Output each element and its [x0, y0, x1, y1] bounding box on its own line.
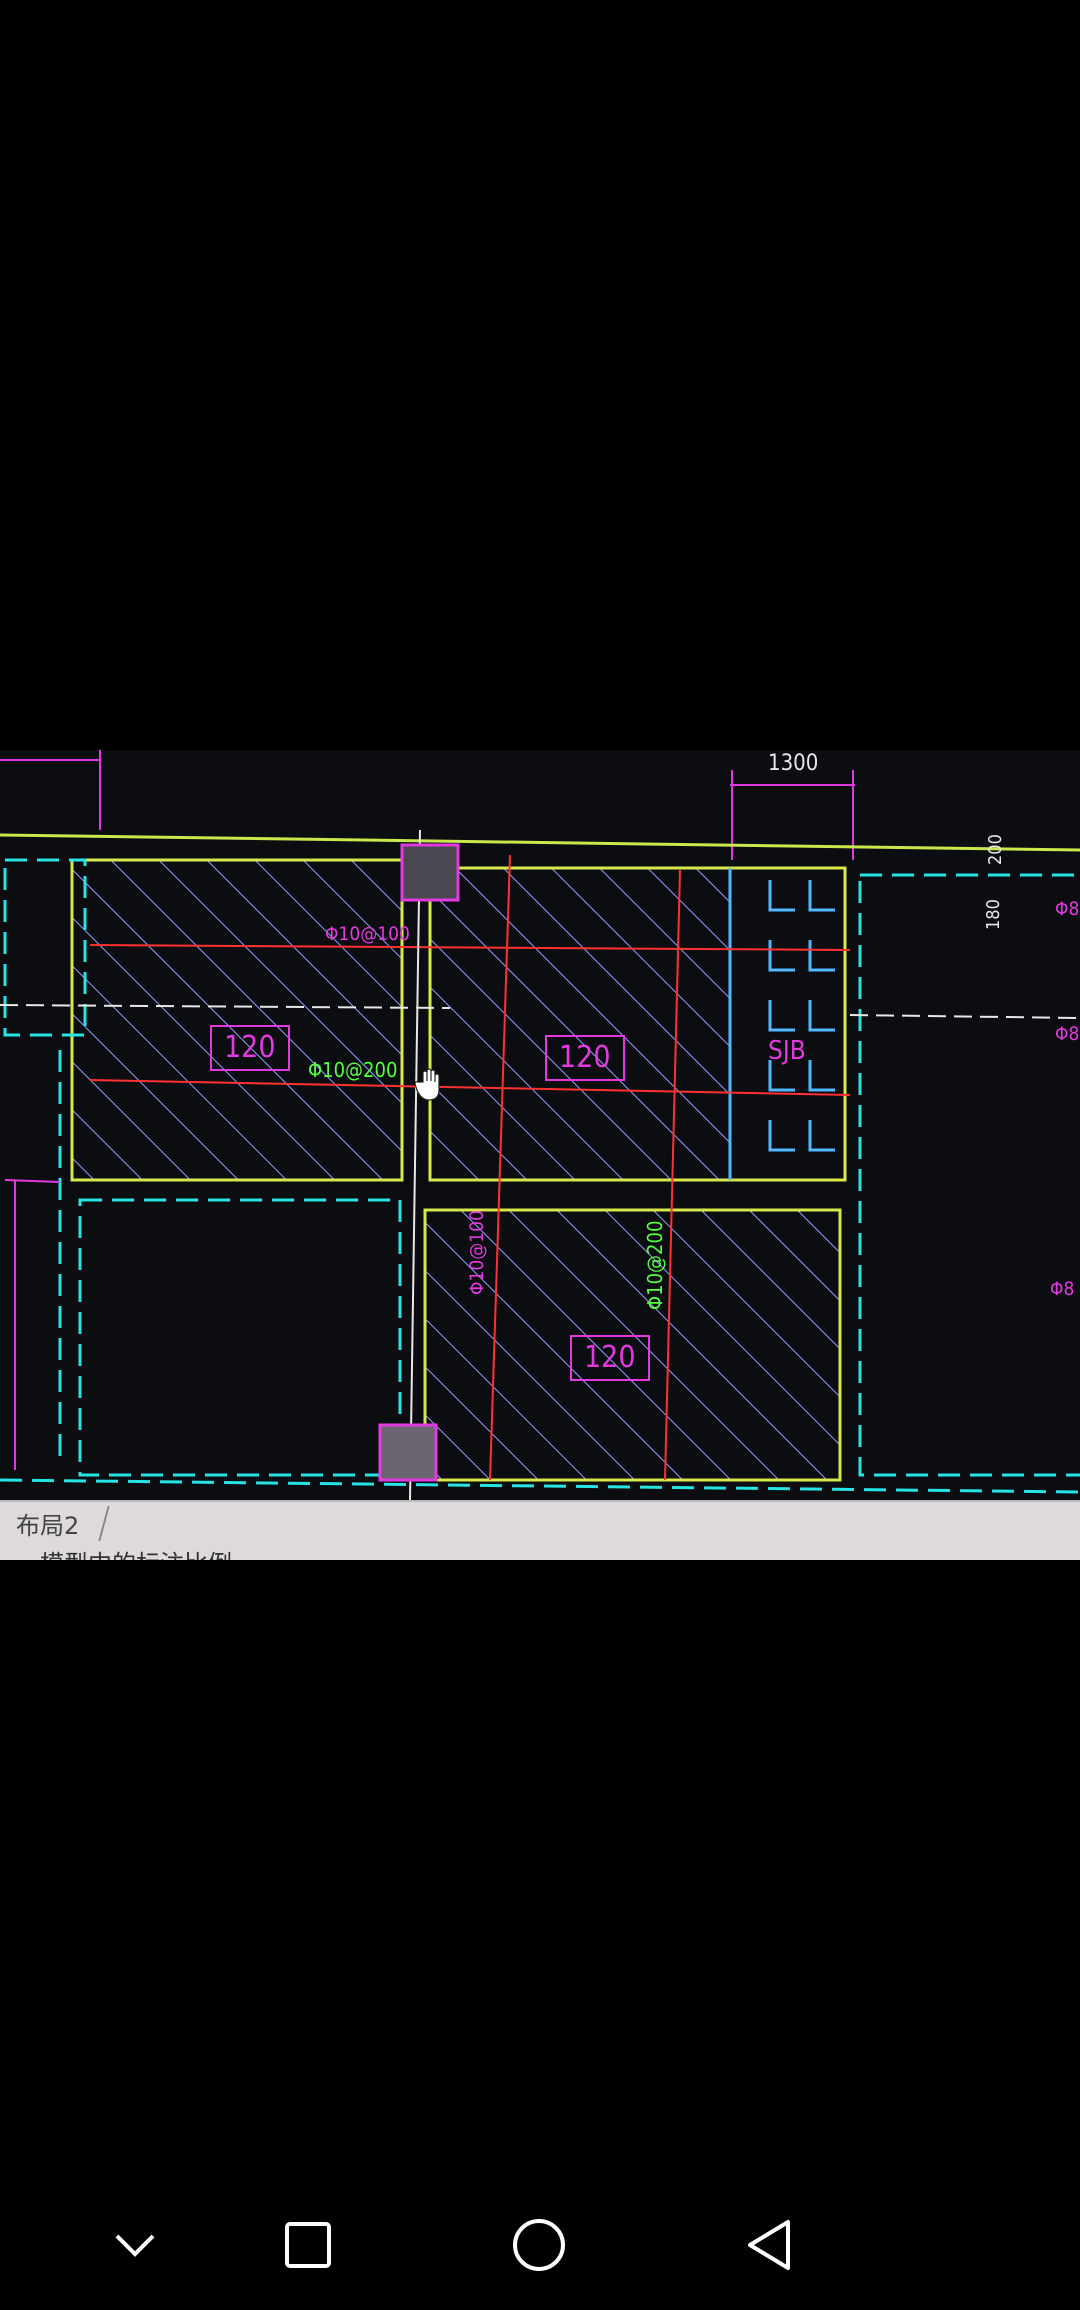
- dimension-200: 200: [985, 834, 1006, 865]
- right-label-2: Φ8: [1055, 1023, 1080, 1045]
- nav-home-button[interactable]: [494, 2200, 584, 2290]
- rebar-label-mid: Φ10@200: [308, 1058, 398, 1082]
- recents-square-icon: [285, 2222, 331, 2268]
- nav-recents-button[interactable]: [263, 2200, 353, 2290]
- right-label-1: Φ8: [1055, 898, 1080, 920]
- tab-layout2[interactable]: 布局2: [7, 1506, 110, 1541]
- cad-drawing-svg: [0, 750, 1080, 1500]
- chevron-down-icon: [115, 2234, 155, 2257]
- right-label-3: Φ8: [1050, 1278, 1075, 1300]
- status-bar: 布局2 模型中的标注比例: [0, 1500, 1080, 1560]
- cad-viewport[interactable]: 120 120 120 Φ10@100 Φ10@200 Φ10@100 Φ10@…: [0, 750, 1080, 1500]
- dimension-1300: 1300: [768, 751, 819, 776]
- slab-tag-2: 120: [545, 1035, 625, 1081]
- back-triangle-icon: [748, 2220, 790, 2270]
- nav-back-button[interactable]: [724, 2200, 814, 2290]
- hand-cursor-icon: [415, 1068, 440, 1101]
- slab-tag-3: 120: [570, 1335, 650, 1381]
- slab-tag-1: 120: [210, 1025, 290, 1071]
- dimension-180: 180: [983, 899, 1004, 930]
- android-nav-bar: [0, 2180, 1080, 2310]
- rebar-label-vertical-green: Φ10@200: [643, 1220, 667, 1310]
- rebar-label-top: Φ10@100: [325, 923, 410, 945]
- nav-collapse-button[interactable]: [90, 2200, 180, 2290]
- cad-photo: 120 120 120 Φ10@100 Φ10@200 Φ10@100 Φ10@…: [0, 750, 1080, 1560]
- stair-label: SJB: [768, 1036, 806, 1066]
- rebar-label-vertical-magenta: Φ10@100: [466, 1210, 488, 1295]
- home-circle-icon: [513, 2219, 565, 2271]
- command-line-text: 模型中的标注比例: [40, 1544, 232, 1560]
